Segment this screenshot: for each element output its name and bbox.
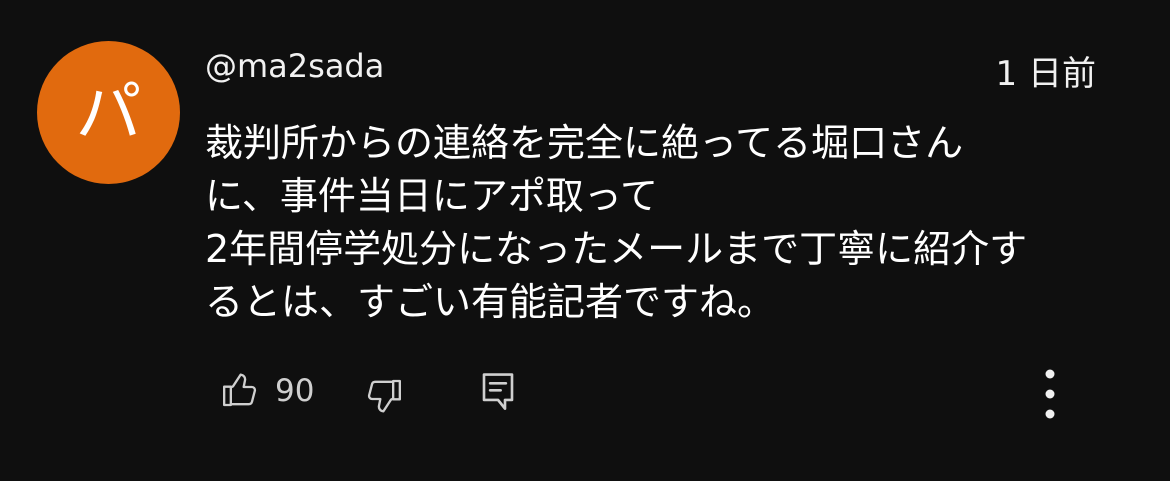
dislike-button[interactable]: [362, 374, 406, 418]
comment-text-line: に、事件当日にアポ取って: [205, 174, 658, 218]
comment-text: 裁判所からの連絡を完全に絶ってる堀口さん に、事件当日にアポ取って 2年間停学処…: [205, 117, 1125, 329]
like-count: 90: [275, 373, 315, 409]
comment-text-line: るとは、すごい有能記者ですね。: [205, 280, 776, 324]
comment-text-line: 裁判所からの連絡を完全に絶ってる堀口さん: [205, 121, 964, 165]
more-vertical-icon: [1045, 369, 1055, 419]
avatar-letter: パ: [75, 73, 142, 151]
like-button[interactable]: [218, 368, 262, 412]
comment-timestamp: 1 日前: [995, 54, 1096, 94]
avatar[interactable]: パ: [37, 41, 180, 184]
comment-actions: 90: [0, 366, 1170, 422]
reply-button[interactable]: [478, 370, 518, 414]
reply-comment-icon: [482, 373, 514, 410]
more-options-button[interactable]: [1030, 366, 1070, 422]
thumbs-up-icon: [223, 373, 257, 407]
comment-author[interactable]: @ma2sada: [205, 46, 384, 86]
thumbs-down-icon: [367, 379, 401, 413]
comment-text-line: 2年間停学処分になったメールまで丁寧に紹介す: [205, 227, 1028, 271]
